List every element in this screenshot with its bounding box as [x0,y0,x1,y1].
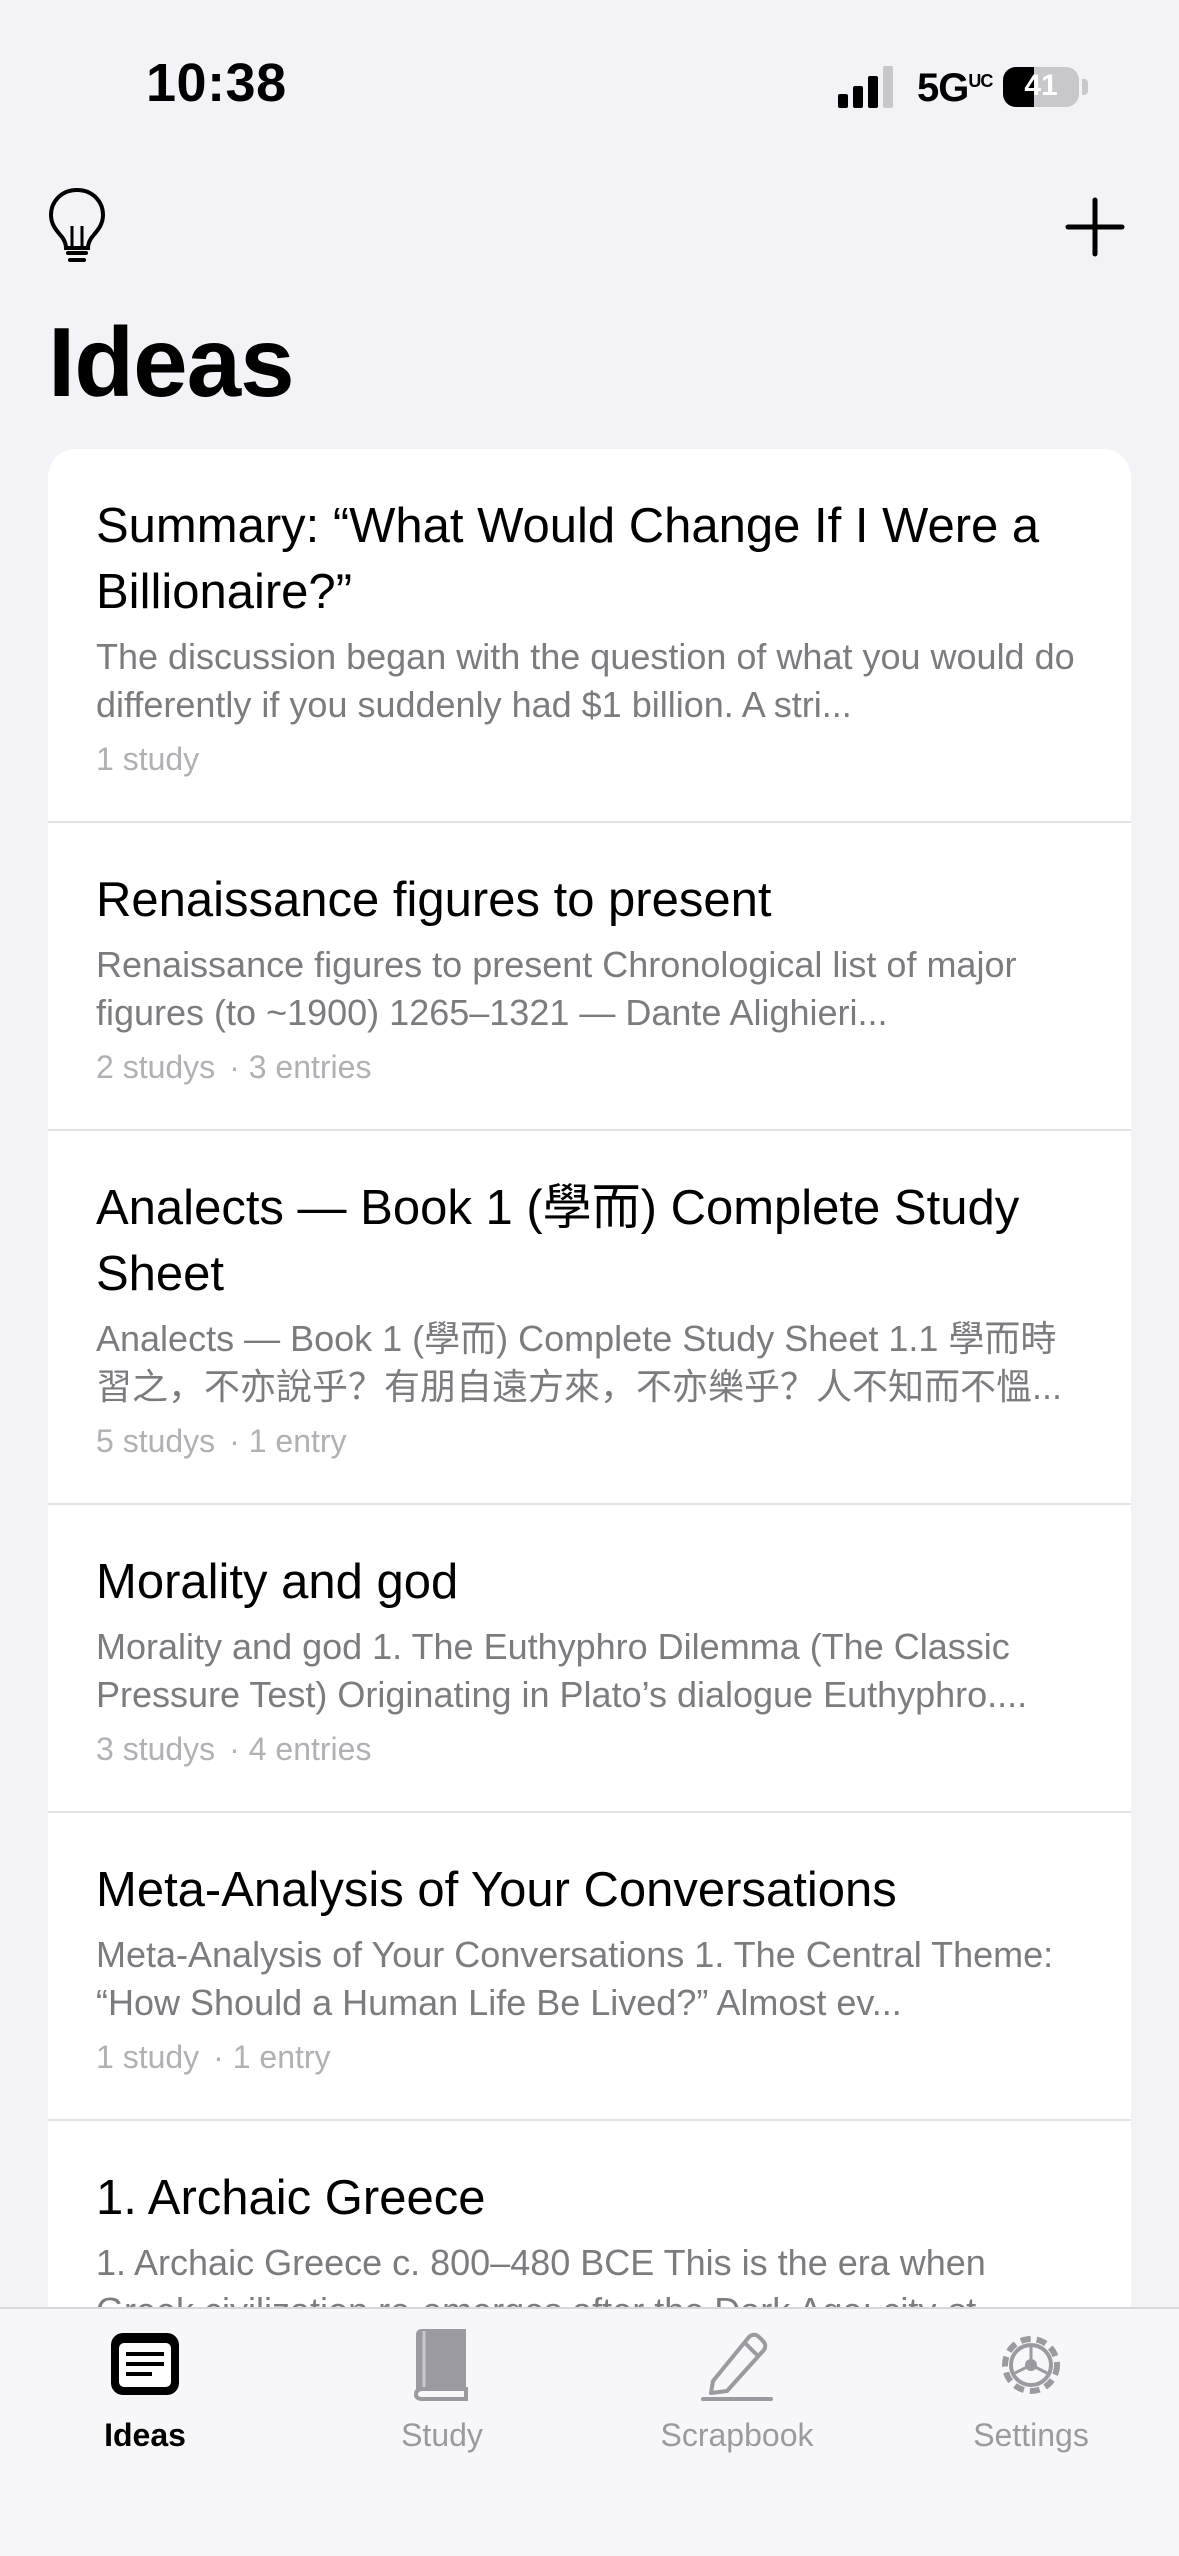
idea-meta: 2 studys · 3 entries [96,1045,1081,1089]
idea-meta: 1 study · 1 entry [96,2035,1081,2079]
idea-preview: The discussion began with the question o… [96,636,1075,725]
book-icon [413,2329,468,2401]
network-suffix: UC [968,71,993,91]
tab-bar: Ideas Study Scrapbook Settings [0,2307,1179,2556]
tab-study[interactable]: Study [322,2327,562,2477]
idea-title: Analects — Book 1 (學而) Complete Study Sh… [96,1181,1020,1301]
network-label: 5G [917,66,969,110]
ideas-list: Summary: “What Would Change If I Were a … [48,449,1131,2309]
tab-label: Ideas [104,2417,186,2453]
idea-row[interactable]: Morality and god Morality and god 1. The … [48,1505,1131,1813]
idea-preview: 1. Archaic Greece c. 800–480 BCE This is… [96,2242,1006,2309]
idea-title: Meta-Analysis of Your Conversations [96,1863,897,1917]
plus-icon [1065,197,1125,257]
idea-row[interactable]: Meta-Analysis of Your Conversations Meta-… [48,1813,1131,2121]
study-count: 5 studys [96,1423,216,1459]
entry-count: · 4 entries [229,1731,372,1767]
battery-cap [1082,79,1088,95]
tab-scrapbook[interactable]: Scrapbook [617,2327,857,2477]
tab-settings[interactable]: Settings [911,2327,1151,2477]
lightbulb-button[interactable] [44,186,110,266]
study-count: 1 study [96,741,200,777]
idea-title: Renaissance figures to present [96,873,772,927]
study-count: 1 study [96,2039,200,2075]
idea-row[interactable]: Renaissance figures to present Renaissanc… [48,823,1131,1131]
lightbulb-icon [48,187,106,262]
status-bar: 10:38 5GUC 41 [0,0,1179,170]
idea-title: 1. Archaic Greece [96,2171,486,2225]
entry-count: · 1 entry [229,1423,347,1459]
idea-meta: 5 studys · 1 entry [96,1419,1081,1463]
study-count: 2 studys [96,1049,216,1085]
network-type: 5GUC [917,66,993,111]
ideas-screen: 10:38 5GUC 41 Ideas Summary: “What Would… [0,0,1179,2556]
page-title: Ideas [48,307,295,417]
idea-row[interactable]: 1. Archaic Greece 1. Archaic Greece c. 80… [48,2121,1131,2309]
idea-preview: Renaissance figures to present Chronolog… [96,944,1017,1033]
idea-row[interactable]: Summary: “What Would Change If I Were a … [48,449,1131,823]
idea-row[interactable]: Analects — Book 1 (學而) Complete Study Sh… [48,1131,1131,1505]
status-time: 10:38 [146,53,287,113]
ideas-note-icon [111,2333,179,2395]
tab-ideas[interactable]: Ideas [25,2327,265,2477]
study-count: 3 studys [96,1731,216,1767]
battery-icon: 41 [1003,67,1079,107]
idea-title: Morality and god [96,1555,459,1609]
tab-label: Study [401,2417,483,2453]
idea-preview: Meta-Analysis of Your Conversations 1. T… [96,1934,1054,2023]
entry-count: · 3 entries [229,1049,372,1085]
pencil-icon [701,2332,773,2401]
add-idea-button[interactable] [1064,196,1126,258]
idea-meta: 1 study [96,737,1081,781]
idea-preview: Analects — Book 1 (學而) Complete Study Sh… [96,1318,1063,1407]
tab-label: Scrapbook [660,2417,814,2453]
idea-meta: 3 studys · 4 entries [96,1727,1081,1771]
idea-title: Summary: “What Would Change If I Were a … [96,499,1040,619]
idea-preview: Morality and god 1. The Euthyphro Dilemm… [96,1626,1028,1715]
cellular-signal-icon [838,66,893,108]
tab-label: Settings [973,2417,1089,2453]
gear-icon [1002,2336,1060,2394]
entry-count: · 1 entry [213,2039,331,2075]
battery-percent: 41 [1024,69,1058,102]
